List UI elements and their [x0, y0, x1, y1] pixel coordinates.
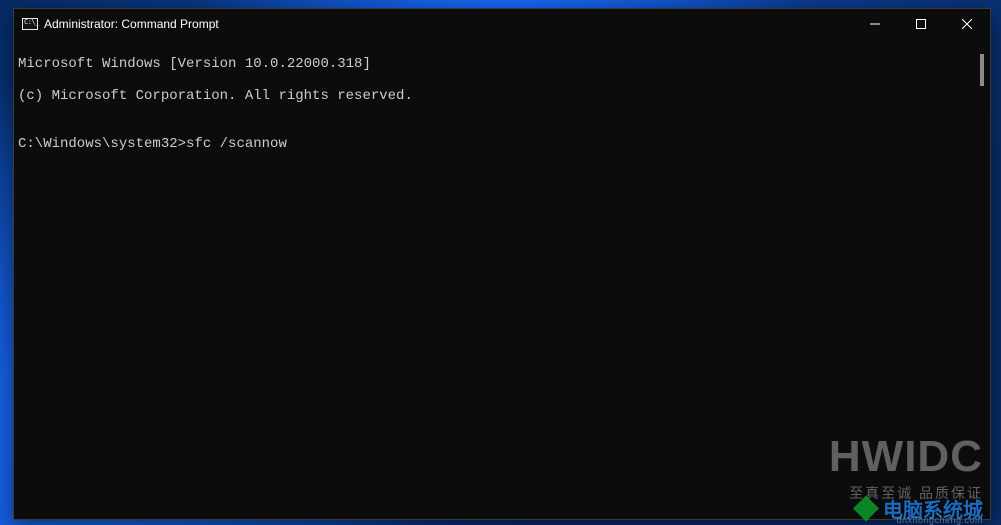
output-line: Microsoft Windows [Version 10.0.22000.31…: [18, 56, 986, 72]
cmd-icon: [22, 18, 38, 30]
close-icon: [962, 19, 972, 29]
prompt-line: C:\Windows\system32>sfc /scannow: [18, 136, 986, 152]
minimize-icon: [870, 19, 880, 29]
output-line: (c) Microsoft Corporation. All rights re…: [18, 88, 986, 104]
typed-command: sfc /scannow: [186, 136, 287, 152]
titlebar[interactable]: Administrator: Command Prompt: [14, 9, 990, 38]
close-button[interactable]: [944, 9, 990, 38]
scrollbar-thumb[interactable]: [980, 54, 984, 86]
maximize-icon: [916, 19, 926, 29]
vertical-scrollbar[interactable]: [973, 38, 990, 519]
command-prompt-window: Administrator: Command Prompt Microsoft …: [13, 8, 991, 520]
minimize-button[interactable]: [852, 9, 898, 38]
maximize-button[interactable]: [898, 9, 944, 38]
window-title: Administrator: Command Prompt: [44, 17, 219, 31]
prompt: C:\Windows\system32>: [18, 136, 186, 152]
terminal-output[interactable]: Microsoft Windows [Version 10.0.22000.31…: [14, 38, 990, 519]
